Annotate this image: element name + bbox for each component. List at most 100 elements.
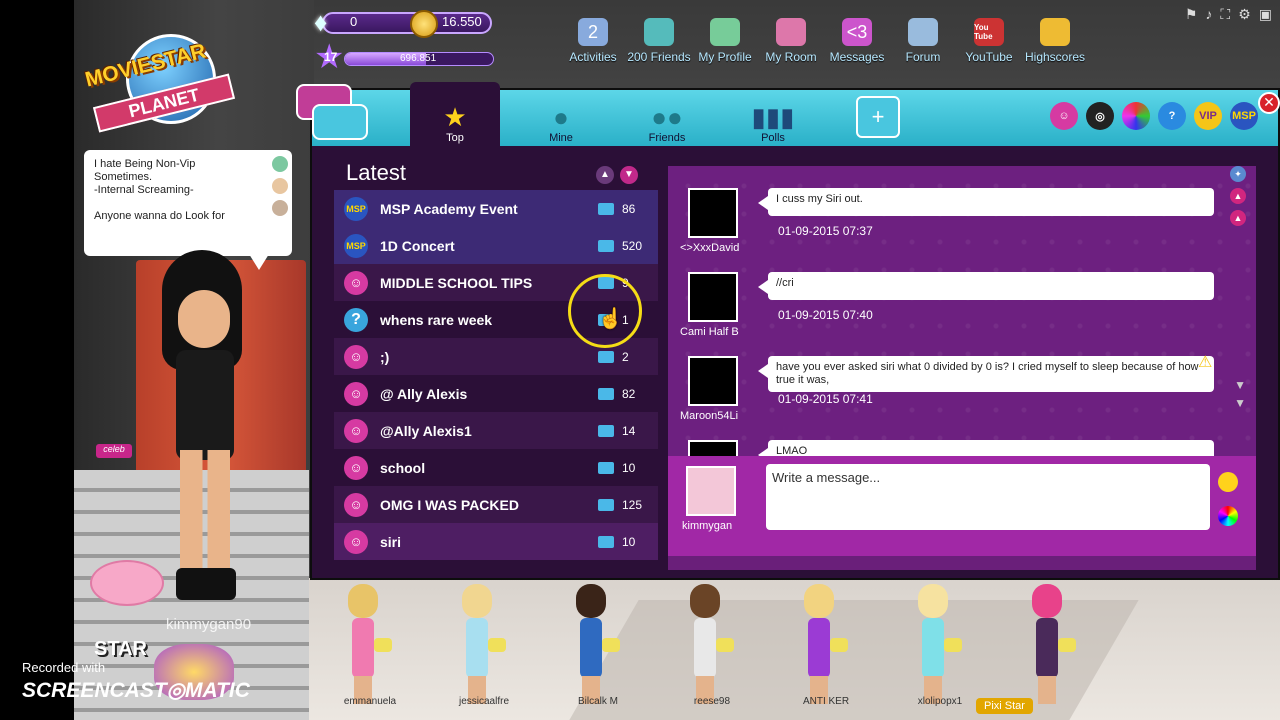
messages-icon: <3 (842, 18, 872, 46)
film-icon[interactable]: ◎ (1086, 102, 1114, 130)
character-outfit (808, 618, 830, 678)
message-avatar[interactable] (688, 272, 738, 322)
sort-buttons: ▲ ▼ (596, 166, 638, 184)
message-item: Cami Half B //cri 01-09-2015 07:40 (680, 272, 1220, 358)
topic-title: school (380, 459, 426, 476)
coin-icon[interactable] (410, 10, 438, 38)
nav-my-room[interactable]: My Room (758, 18, 824, 64)
nav-youtube[interactable]: You Tube YouTube (956, 18, 1022, 64)
topic-row[interactable]: ☺ @ Ally Alexis 82 (334, 375, 658, 412)
msp-icon[interactable]: MSP (1230, 102, 1258, 130)
help-icon[interactable]: ? (1158, 102, 1186, 130)
fullscreen-icon[interactable]: ⛶ (1220, 6, 1230, 23)
message-username[interactable]: <>XxxDavid (680, 242, 750, 254)
nav-my-profile[interactable]: My Profile (692, 18, 758, 64)
nav-activities[interactable]: 2 Activities (560, 18, 626, 64)
room-character[interactable]: jessicaalfre (454, 584, 509, 707)
message-username[interactable]: Cami Half B (680, 326, 750, 338)
diamond-icon[interactable]: ♦ (314, 8, 344, 36)
speech-icon[interactable] (944, 638, 962, 652)
speech-icon[interactable] (602, 638, 620, 652)
room-character[interactable]: ANTI KER (796, 584, 849, 707)
room-character[interactable] (1024, 584, 1076, 704)
speech-icon[interactable] (716, 638, 734, 652)
topic-row[interactable]: ☺ OMG I WAS PACKED 125 (334, 486, 658, 523)
room-character[interactable]: reese98 (682, 584, 734, 707)
smile-icon: ☺ (344, 529, 368, 554)
nav-forum[interactable]: Forum (890, 18, 956, 64)
message-list: <>XxxDavid I cuss my Siri out. 01-09-2015 … (668, 166, 1256, 456)
topic-row[interactable]: ☺ siri 10 (334, 523, 658, 560)
emoji-icon[interactable] (1218, 472, 1238, 492)
topic-list: MSP MSP Academy Event 86 MSP 1D Concert 520 ☺ M… (334, 190, 658, 560)
avatar-legs (180, 450, 230, 580)
message-username[interactable]: Maroon54Li (680, 410, 750, 422)
smile-icon[interactable]: ☺ (1050, 102, 1078, 130)
speech-icon[interactable] (1058, 638, 1076, 652)
top-navigation: 2 Activities 200 Friends My Profile My Room <… (560, 18, 1088, 64)
tab-mine[interactable]: ● Mine (516, 90, 606, 146)
avatar-body (176, 350, 234, 460)
sort-up-button[interactable]: ▲ (596, 166, 614, 184)
topic-row[interactable]: MSP 1D Concert 520 (334, 227, 658, 264)
close-button[interactable]: ✕ (1258, 92, 1280, 114)
reply-count: 125 (598, 498, 642, 512)
face-icon[interactable] (272, 178, 288, 194)
topic-row[interactable]: MSP MSP Academy Event 86 (334, 190, 658, 227)
settings-icon[interactable]: ⚙ (1238, 6, 1251, 23)
topic-row[interactable]: ☺ school 10 (334, 449, 658, 486)
status-bubble[interactable]: I hate Being Non-Vip Sometimes. -Interna… (84, 150, 292, 256)
report-warning-icon[interactable]: ⚠ (1198, 352, 1212, 372)
tab-mine-label: Mine (549, 132, 573, 144)
scroll-down-button[interactable]: ▼ (1234, 378, 1246, 392)
message-avatar[interactable] (688, 440, 738, 456)
character-outfit (352, 618, 374, 678)
pixi-star-badge[interactable]: Pixi Star (976, 698, 1033, 714)
scroll-up-button[interactable]: ▲ (1230, 210, 1246, 226)
topic-title: siri (380, 533, 402, 550)
watermark-logo: SCREENCAST◎MATIC (22, 679, 250, 702)
nav-200-friends[interactable]: 200 Friends (626, 18, 692, 64)
new-post-button[interactable]: + (856, 96, 900, 138)
status-line-3: -Internal Screaming- (94, 184, 194, 196)
topic-row[interactable]: ☺ @Ally Alexis1 14 (334, 412, 658, 449)
reply-count: 82 (598, 387, 635, 401)
vip-icon[interactable]: VIP (1194, 102, 1222, 130)
player-avatar[interactable] (154, 250, 264, 610)
nav-messages[interactable]: <3 Messages (824, 18, 890, 64)
topic-title: MSP Academy Event (380, 200, 518, 217)
character-legs (1038, 676, 1056, 704)
topic-title: @ Ally Alexis (380, 385, 468, 402)
message-avatar[interactable] (688, 356, 738, 406)
message-avatar[interactable] (688, 188, 738, 238)
speech-icon[interactable] (374, 638, 392, 652)
sort-down-button[interactable]: ▼ (620, 166, 638, 184)
flag-icon[interactable]: ⚑ (1185, 6, 1198, 23)
room-icon (776, 18, 806, 46)
scroll-top-button[interactable]: ▲ (1230, 188, 1246, 204)
character-hair (576, 584, 606, 618)
sound-icon[interactable]: ♪ (1205, 6, 1212, 23)
room-character[interactable]: Bilcalk M (568, 584, 620, 707)
forum-icon (908, 18, 938, 46)
speech-icon[interactable] (830, 638, 848, 652)
tab-friends[interactable]: ●● Friends (622, 90, 712, 146)
status-line-2: Sometimes. (94, 171, 153, 183)
color-picker-icon[interactable] (1218, 506, 1238, 526)
piggy-bank-icon[interactable] (90, 560, 164, 606)
tab-top[interactable]: ★ Top (410, 82, 500, 146)
pet-icon[interactable] (272, 200, 288, 216)
avatar-face (178, 290, 230, 348)
pose-icon[interactable] (272, 156, 288, 172)
room-character[interactable]: xlolipopx1 (910, 584, 962, 707)
nav-highscores[interactable]: Highscores (1022, 18, 1088, 64)
color-icon[interactable] (1122, 102, 1150, 130)
tab-top-label: Top (446, 132, 464, 144)
tab-polls[interactable]: ▮▮▮ Polls (728, 90, 818, 146)
exit-icon[interactable]: ▣ (1259, 6, 1272, 23)
speech-icon[interactable] (488, 638, 506, 652)
friends-filter-button[interactable]: ✦ (1230, 166, 1246, 182)
scroll-bottom-button[interactable]: ▼ (1234, 396, 1246, 410)
room-character[interactable]: emmanuela (340, 584, 396, 707)
message-input[interactable]: Write a message... (766, 464, 1210, 530)
